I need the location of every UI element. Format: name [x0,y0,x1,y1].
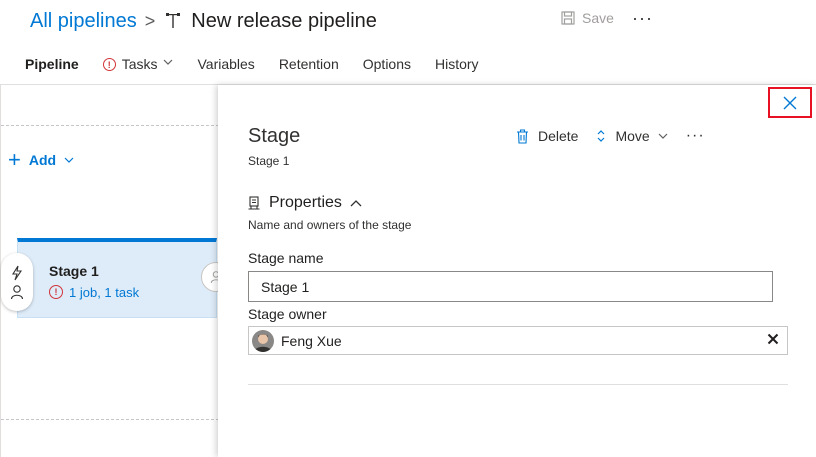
breadcrumb-all-pipelines[interactable]: All pipelines [30,10,137,33]
tab-pipeline[interactable]: Pipeline [25,52,79,86]
divider [248,384,788,385]
panel-toolbar: Delete Move ··· [516,127,705,145]
lightning-icon [12,265,23,280]
close-icon [783,96,797,109]
chevron-right-icon: > [144,10,156,31]
more-icon[interactable]: ··· [686,127,705,145]
properties-description: Name and owners of the stage [248,218,412,232]
move-button[interactable]: Move [596,128,668,144]
error-icon: ! [102,58,116,71]
chevron-down-icon [164,59,173,65]
tab-options[interactable]: Options [363,52,411,86]
stage-panel: Stage Stage 1 Delete Move ··· Properties… [218,85,816,457]
tab-label: Tasks [121,56,158,72]
tab-history[interactable]: History [435,52,479,86]
tab-variables[interactable]: Variables [197,52,254,86]
tab-label: Retention [278,56,339,72]
pre-deployment-conditions[interactable] [1,253,33,311]
stage-owner-name: Feng Xue [281,332,342,349]
avatar [252,329,274,352]
panel-subtitle: Stage 1 [248,154,290,168]
properties-heading: Properties [269,194,342,211]
delete-button[interactable]: Delete [516,128,578,144]
stage-card-summary[interactable]: 1 job, 1 task [69,285,139,300]
delete-label: Delete [538,128,579,144]
add-label: Add [28,152,57,168]
tab-retention[interactable]: Retention [279,52,339,86]
tab-label: History [435,56,479,72]
save-icon [561,11,575,25]
page-title: New release pipeline [191,9,377,32]
stage-card-name: Stage 1 [49,263,99,279]
tab-label: Variables [197,56,255,72]
save-button[interactable]: Save [561,10,614,26]
breadcrumb: All pipelines > New release pipeline [30,6,377,36]
tab-tasks[interactable]: ! Tasks [102,52,174,86]
delete-icon [517,128,528,144]
add-stage-button[interactable]: + Add [8,147,74,172]
close-panel-button[interactable] [768,87,812,118]
person-icon [10,284,24,299]
move-icon [598,130,605,142]
stage-owner-picker[interactable]: Feng Xue [248,326,788,355]
chevron-down-icon [658,133,668,139]
more-icon[interactable]: ··· [632,8,653,29]
properties-icon [248,196,260,210]
chevron-up-icon [350,199,362,206]
stage-owner-label: Stage owner [248,306,327,322]
stage-name-input[interactable] [248,271,773,302]
error-icon: ! [49,285,63,299]
divider [1,125,219,126]
tab-label: Options [362,56,411,72]
stage-card[interactable]: Stage 1 ! 1 job, 1 task [17,238,217,318]
pipeline-icon [166,13,181,28]
move-label: Move [615,128,650,144]
tab-bar: Pipeline ! Tasks Variables Retention Opt… [25,52,503,86]
properties-section-toggle[interactable]: Properties [248,194,362,212]
panel-title: Stage [248,125,301,147]
stage-name-label: Stage name [248,250,324,266]
clear-icon[interactable] [767,333,779,345]
tab-label: Pipeline [25,56,79,72]
chevron-down-icon [64,157,74,163]
plus-icon: + [8,147,21,172]
divider [1,419,219,420]
save-label: Save [582,10,614,26]
